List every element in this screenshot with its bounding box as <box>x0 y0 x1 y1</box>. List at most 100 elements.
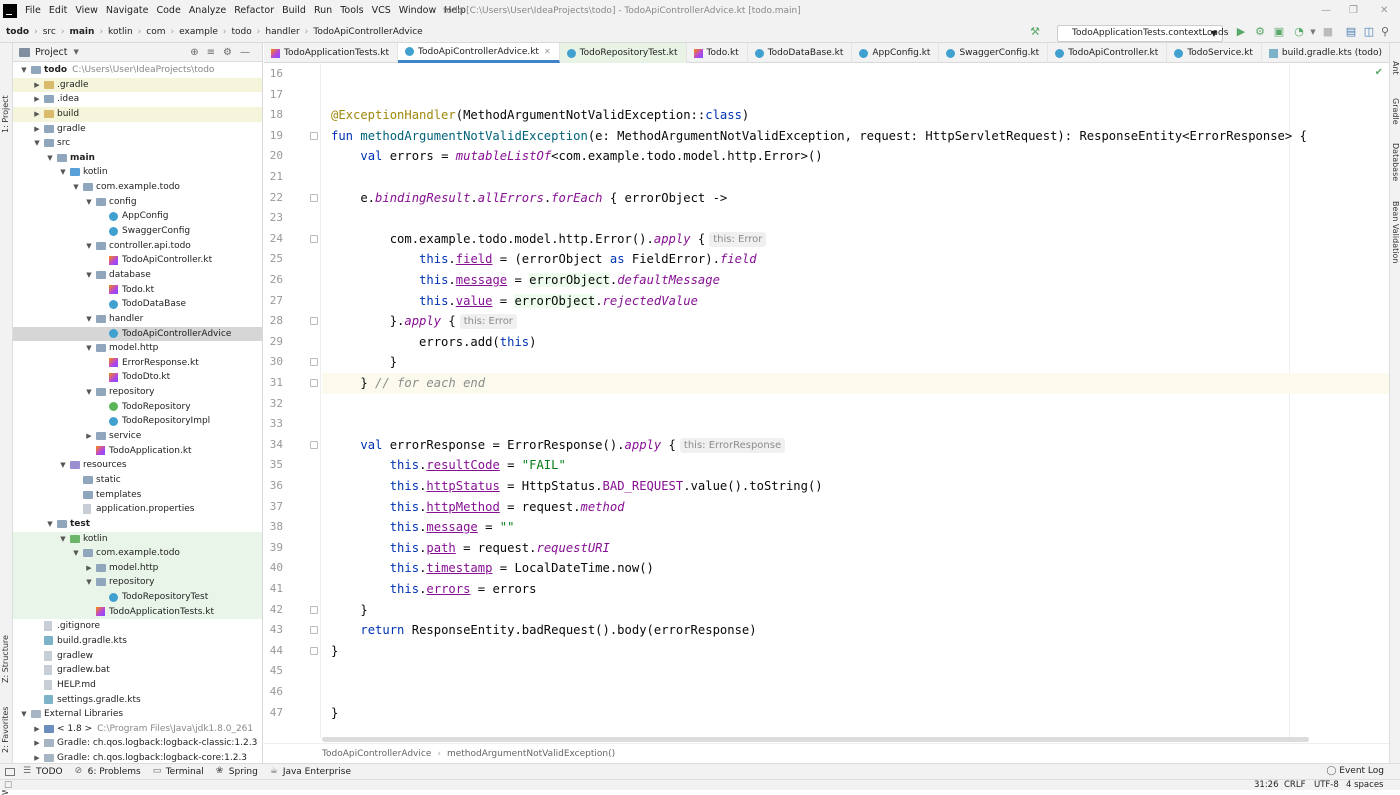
fold-marker-icon[interactable] <box>310 131 318 140</box>
code-line[interactable]: return ResponseEntity.badRequest().body(… <box>322 620 756 641</box>
search-everywhere-icon[interactable]: ◫ <box>1362 25 1376 39</box>
code-line[interactable]: } <box>322 352 397 373</box>
run-configuration-select[interactable]: TodoApplicationTests.contextLoads ▼ <box>1057 25 1228 42</box>
crumb-item[interactable]: handler <box>265 27 299 37</box>
line-number[interactable]: 46 <box>264 682 321 703</box>
bottom-tool-terminal[interactable]: ▭ Terminal <box>153 767 204 777</box>
search-icon[interactable]: ⚲ <box>1378 25 1392 39</box>
bottom-tool-todo[interactable]: ☰ TODO <box>23 767 63 777</box>
menu-view[interactable]: View <box>71 0 102 22</box>
coverage-icon[interactable]: ▣ <box>1272 25 1286 39</box>
menu-vcs[interactable]: VCS <box>368 0 395 22</box>
caret-position[interactable]: 31:26 <box>1254 780 1279 790</box>
code-line[interactable] <box>322 64 331 85</box>
tree-item[interactable]: TodoDto.kt <box>13 370 262 385</box>
run-icon[interactable]: ▶ <box>1234 25 1248 39</box>
crumb-item[interactable]: main <box>69 27 94 37</box>
line-number[interactable]: 39 <box>264 538 321 559</box>
code-line[interactable]: this.path = request.requestURI <box>322 538 610 559</box>
editor-tab[interactable]: TodoRepositoryTest.kt <box>559 43 687 63</box>
editor-tab[interactable]: TodoApiController.kt <box>1048 43 1168 63</box>
minimize-icon[interactable]: — <box>1321 0 1331 22</box>
fold-marker-icon[interactable] <box>310 358 318 367</box>
chevron-right-icon[interactable]: ▶ <box>32 751 42 763</box>
tree-item[interactable]: ▶ build <box>13 106 262 122</box>
tree-item[interactable]: TodoRepository <box>13 400 262 415</box>
fold-marker-icon[interactable] <box>310 646 318 655</box>
code-view[interactable]: @ExceptionHandler(MethodArgumentNotValid… <box>322 64 1389 738</box>
tool-tab-database[interactable]: Database <box>1391 143 1400 181</box>
chevron-down-icon[interactable]: ▼ <box>84 195 94 210</box>
editor-crumb[interactable]: TodoApiControllerAdvice <box>322 749 431 759</box>
chevron-right-icon[interactable]: ▶ <box>32 107 42 122</box>
tree-item[interactable]: TodoApplicationTests.kt <box>13 604 262 620</box>
chevron-down-icon[interactable]: ▼ <box>84 341 94 356</box>
crumb-item[interactable]: todo <box>6 27 29 37</box>
fold-marker-icon[interactable] <box>310 379 318 387</box>
crumb-item[interactable]: src <box>43 27 56 37</box>
tree-item[interactable]: TodoApiController.kt <box>13 253 262 268</box>
close-tab-icon[interactable]: ✕ <box>544 42 551 62</box>
chevron-down-icon[interactable]: ▼ <box>32 136 42 151</box>
tree-item[interactable]: ▼ src <box>13 136 262 151</box>
chevron-down-icon[interactable]: ▼ <box>19 63 29 78</box>
line-number[interactable]: 23 <box>264 208 321 229</box>
tree-item[interactable]: ▼ model.http <box>13 341 262 356</box>
stop-icon[interactable]: ■ <box>1321 25 1335 39</box>
chevron-down-icon[interactable]: ▼ <box>19 707 29 722</box>
tree-item[interactable]: ▶ .idea <box>13 92 262 107</box>
editor-crumb[interactable]: methodArgumentNotValidException() <box>447 749 615 759</box>
code-line[interactable]: e.bindingResult.allErrors.forEach { erro… <box>322 188 727 209</box>
debug-icon[interactable]: ⚙ <box>1253 25 1267 39</box>
tree-item[interactable]: ▼ database <box>13 268 262 283</box>
fold-marker-icon[interactable] <box>310 193 318 202</box>
file-encoding[interactable]: UTF-8 <box>1314 780 1339 790</box>
code-line[interactable]: val errors = mutableListOf<com.example.t… <box>322 146 822 167</box>
tool-tab-bean-validation[interactable]: Bean Validation <box>1391 201 1400 263</box>
tree-item[interactable]: Todo.kt <box>13 283 262 298</box>
code-line[interactable]: this.timestamp = LocalDateTime.now() <box>322 558 654 579</box>
menu-refactor[interactable]: Refactor <box>230 0 278 22</box>
code-line[interactable]: } <box>322 703 338 724</box>
bottom-tool-6-problems[interactable]: ⊘ 6: Problems <box>75 767 141 777</box>
tree-item[interactable]: ▼ repository <box>13 575 262 591</box>
tree-item[interactable]: ▼ main <box>13 151 262 166</box>
bottom-tool-spring[interactable]: ❀ Spring <box>216 767 258 777</box>
chevron-down-icon[interactable]: ▼ <box>71 546 81 561</box>
chevron-down-icon[interactable]: ▼ <box>84 239 94 254</box>
more-run-chevron-icon[interactable]: ▼ <box>1306 25 1320 39</box>
code-line[interactable] <box>322 661 331 682</box>
tree-item[interactable]: TodoApiControllerAdvice <box>13 326 262 342</box>
chevron-down-icon[interactable]: ▼ <box>84 385 94 400</box>
chevron-down-icon[interactable]: ▼ <box>84 312 94 327</box>
line-number[interactable]: 26 <box>264 270 321 291</box>
tree-item[interactable]: HELP.md <box>13 678 262 693</box>
menu-edit[interactable]: Edit <box>45 0 71 22</box>
code-line[interactable]: this.message = errorObject.defaultMessag… <box>322 270 720 291</box>
restore-icon[interactable]: ❐ <box>1349 0 1358 22</box>
chevron-down-icon[interactable]: ▼ <box>58 532 68 547</box>
tree-item[interactable]: gradlew <box>13 649 262 664</box>
inspection-ok-icon[interactable]: ✔ <box>1375 67 1383 78</box>
line-number-gutter[interactable]: 16 17 18 19 20 21 22 23 24 25 26 27 28 29 30 31 32 33 34 35… <box>264 64 336 738</box>
editor-tab[interactable]: AppConfig.kt <box>852 43 940 63</box>
chevron-down-icon[interactable]: ▼ <box>58 165 68 180</box>
tree-item[interactable]: TodoDataBase <box>13 297 262 312</box>
tree-item[interactable]: SwaggerConfig <box>13 224 262 239</box>
tree-item[interactable]: settings.gradle.kts <box>13 693 262 708</box>
line-number[interactable]: 17 <box>264 85 321 106</box>
line-number[interactable]: 16 <box>264 64 321 85</box>
line-number[interactable]: 40 <box>264 558 321 579</box>
event-log-button[interactable]: ◯ Event Log <box>1326 763 1384 779</box>
tree-item[interactable]: TodoRepositoryTest <box>13 590 262 605</box>
tree-item[interactable]: ▼ kotlin <box>13 165 262 180</box>
crumb-item[interactable]: todo <box>232 27 252 37</box>
tree-item[interactable]: ▶ Gradle: ch.qos.logback:logback-classic:… <box>13 736 262 751</box>
fold-marker-icon[interactable] <box>310 317 318 326</box>
tree-item[interactable]: ▶ service <box>13 429 262 444</box>
code-line[interactable]: this.resultCode = "FAIL" <box>322 455 566 476</box>
status-icon[interactable]: □ <box>4 780 12 790</box>
code-line[interactable]: this.httpStatus = HttpStatus.BAD_REQUEST… <box>322 476 823 497</box>
profile-icon[interactable]: ◔ <box>1292 25 1306 39</box>
crumb-item[interactable]: example <box>179 27 218 37</box>
